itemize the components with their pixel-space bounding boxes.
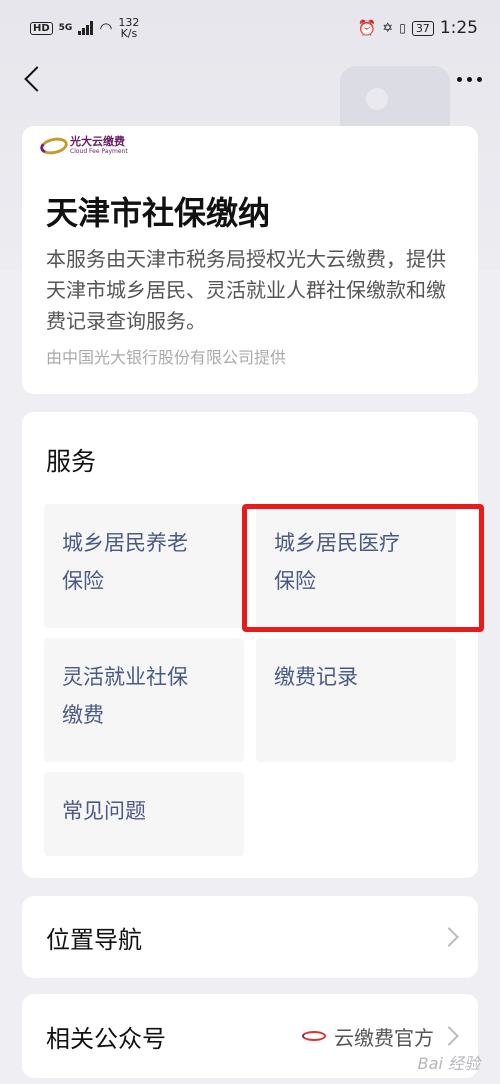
official-account-value: 云缴费官方 [302, 1022, 459, 1051]
speed-unit: K/s [120, 27, 138, 40]
brand-name-cn: 光大云缴费 [70, 135, 125, 148]
brand-logo-icon [38, 135, 70, 157]
brand-logo-text: 光大云缴费 Cloud Fee Payment [70, 136, 128, 156]
provider-text: 由中国光大银行股份有限公司提供 [46, 348, 287, 367]
page: HD 5G ◠ 132 K/s ⏰ ✡ ▯ 37 1:25 光大云缴费 Clou… [0, 0, 500, 1084]
official-account-label: 相关公众号 [46, 1024, 166, 1053]
intro-card: 光大云缴费 Cloud Fee Payment 天津市社保缴纳 本服务由天津市税… [22, 126, 478, 394]
services-card: 服务 城乡居民养老 保险 城乡居民医疗 保险 灵活就业社保 缴费 缴费记录 常见… [22, 412, 478, 878]
service-flexible-employment[interactable]: 灵活就业社保 缴费 [44, 638, 244, 762]
chevron-right-icon [439, 1026, 459, 1046]
service-label-line1: 缴费记录 [274, 665, 358, 689]
official-account-name: 云缴费官方 [334, 1025, 434, 1050]
network-speed: 132 K/s [118, 17, 139, 39]
status-bar: HD 5G ◠ 132 K/s ⏰ ✡ ▯ 37 1:25 [0, 0, 500, 56]
service-payment-records[interactable]: 缴费记录 [256, 638, 456, 762]
more-icon[interactable] [457, 76, 482, 82]
network-label: 5G [58, 23, 73, 33]
back-icon[interactable] [20, 64, 50, 94]
service-label-line1: 城乡居民养老 [62, 531, 188, 555]
watermark: Bai 经验 [417, 1054, 480, 1073]
page-title: 天津市社保缴纳 [46, 194, 271, 232]
wifi-icon: ◠ [99, 19, 113, 37]
service-label-line2: 保险 [62, 569, 104, 593]
vibrate-icon: ▯ [399, 21, 406, 35]
service-description: 本服务由天津市税务局授权光大云缴费，提供天津市城乡居民、灵活就业人群社保缴款和缴… [46, 247, 446, 333]
battery-icon: 37 [411, 20, 434, 36]
brand-name-en: Cloud Fee Payment [70, 148, 128, 155]
location-navigation-label: 位置导航 [46, 925, 142, 954]
service-rural-pension[interactable]: 城乡居民养老 保险 [44, 504, 244, 628]
highlight-annotation [242, 504, 484, 632]
official-account-row[interactable]: 相关公众号 云缴费官方 [22, 994, 478, 1078]
chevron-right-icon [439, 927, 459, 947]
status-left: HD 5G ◠ 132 K/s [30, 17, 139, 39]
location-navigation-row[interactable]: 位置导航 [22, 896, 478, 978]
clock: 1:25 [439, 18, 478, 38]
alarm-icon: ⏰ [357, 19, 377, 37]
bluetooth-icon: ✡ [382, 20, 394, 36]
status-right: ⏰ ✡ ▯ 37 1:25 [358, 18, 478, 38]
service-faq[interactable]: 常见问题 [44, 772, 244, 856]
service-label-line1: 灵活就业社保 [62, 665, 188, 689]
brand-logo: 光大云缴费 Cloud Fee Payment [38, 122, 148, 170]
service-label-line1: 常见问题 [62, 799, 146, 823]
nav-bar [0, 56, 500, 102]
hd-icon: HD [30, 21, 53, 35]
account-logo-icon [302, 1031, 326, 1041]
signal-icon [78, 21, 94, 35]
service-label-line2: 缴费 [62, 703, 104, 727]
services-title: 服务 [46, 447, 97, 476]
